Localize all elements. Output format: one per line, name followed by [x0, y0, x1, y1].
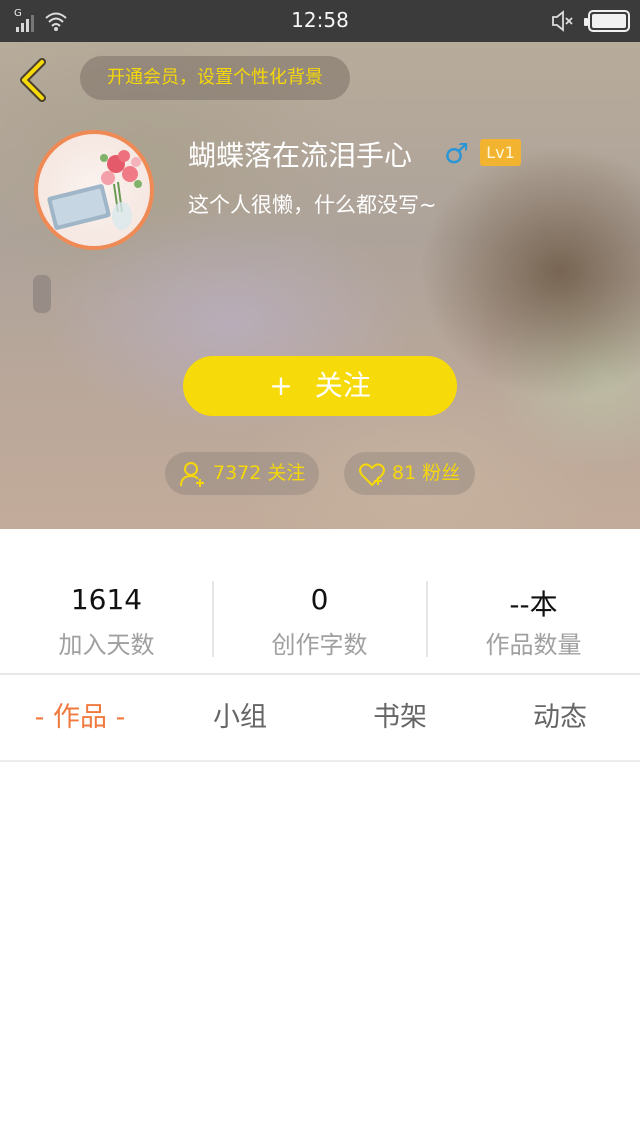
- stat-label: 创作字数: [271, 631, 368, 659]
- profile-header: 开通会员，设置个性化背景 蝴蝶落在流泪手心 ♂ Lv1 这个人很懒，什么都没写~…: [0, 42, 640, 529]
- stat-word-count: 0 创作字数: [213, 529, 426, 673]
- profile-tabs: - 作品 - 小组 书架 动态: [0, 675, 640, 761]
- follow-button[interactable]: + 关注: [183, 356, 457, 416]
- stat-value: 1614: [70, 583, 143, 616]
- profile-stats: 1614 加入天数 0 创作字数 --本 作品数量: [0, 529, 640, 673]
- battery-icon: [584, 10, 630, 32]
- drag-handle[interactable]: [33, 275, 51, 313]
- following-count: 7372 关注: [213, 462, 306, 484]
- tab-groups[interactable]: 小组: [160, 675, 320, 761]
- fans-count: 81 粉丝: [392, 462, 461, 484]
- username: 蝴蝶落在流泪手心: [188, 139, 413, 172]
- stat-label: 加入天数: [58, 631, 155, 659]
- stat-join-days: 1614 加入天数: [0, 529, 213, 673]
- tab-works[interactable]: - 作品 -: [0, 675, 160, 761]
- signature: 这个人很懒，什么都没写~: [188, 193, 437, 217]
- male-gender-icon: ♂: [444, 137, 470, 170]
- clock: 12:58: [291, 8, 349, 32]
- avatar[interactable]: [34, 130, 154, 250]
- stat-label: 作品数量: [485, 631, 582, 659]
- fans-count-button[interactable]: 81 粉丝: [344, 452, 475, 495]
- stat-value: 0: [310, 583, 329, 616]
- heart-icon: [359, 463, 385, 487]
- divider: [0, 760, 640, 762]
- vip-background-prompt[interactable]: 开通会员，设置个性化背景: [80, 56, 350, 100]
- following-count-button[interactable]: 7372 关注: [165, 452, 319, 495]
- follow-button-label: 关注: [314, 369, 371, 402]
- avatar-image: [47, 150, 142, 230]
- plus-icon: +: [269, 369, 293, 402]
- stat-value: --本: [509, 588, 558, 621]
- tab-activity[interactable]: 动态: [480, 675, 640, 761]
- stat-works-count: --本 作品数量: [427, 529, 640, 673]
- user-add-icon: [180, 462, 204, 487]
- mute-icon: [552, 10, 573, 32]
- back-arrow-icon[interactable]: [14, 56, 54, 104]
- level-badge: Lv1: [480, 139, 521, 166]
- status-bar: G 12:58: [0, 0, 640, 42]
- tab-bookshelf[interactable]: 书架: [320, 675, 480, 761]
